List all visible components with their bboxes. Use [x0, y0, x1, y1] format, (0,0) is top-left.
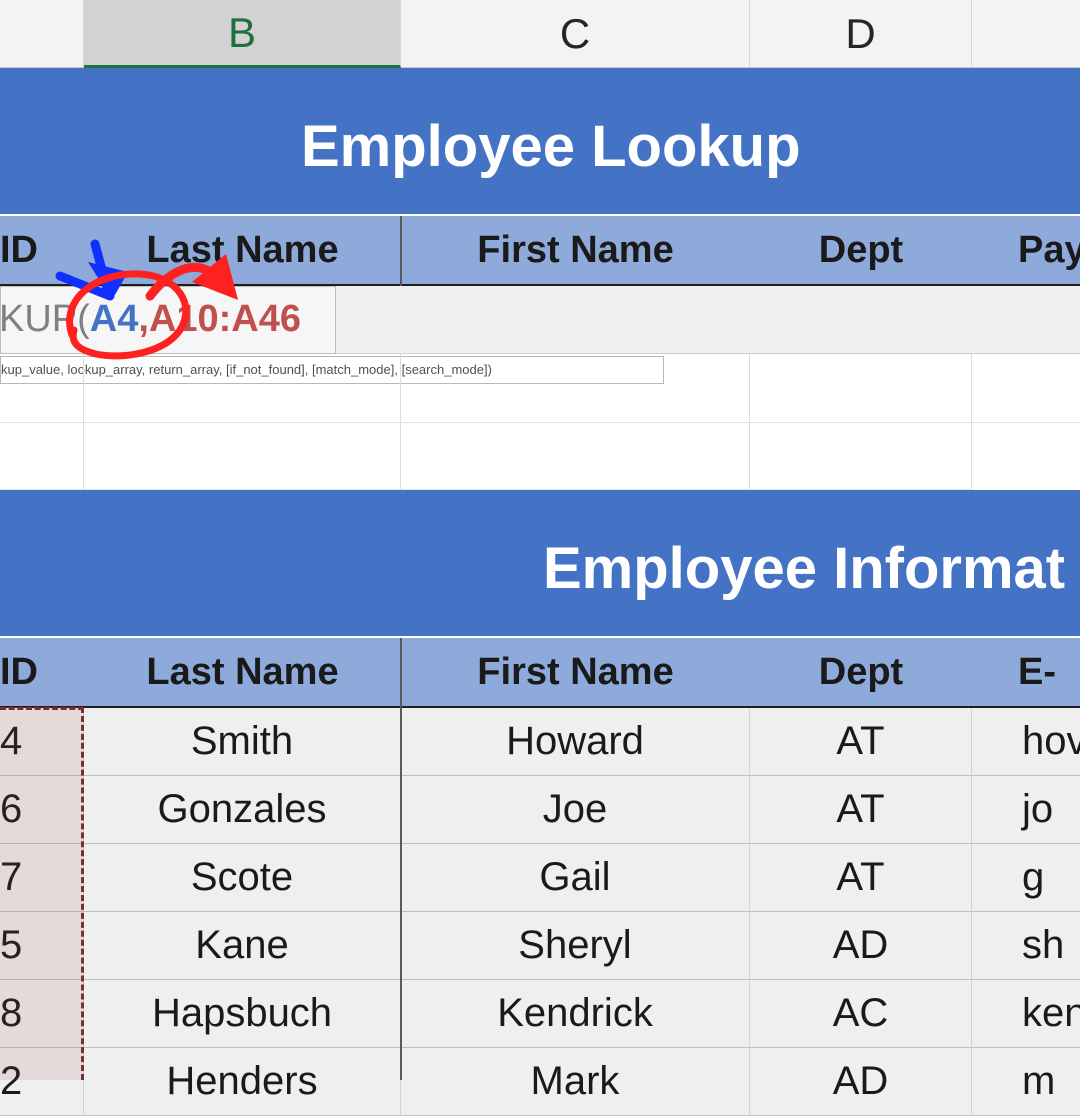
- info-banner: Employee Informat: [0, 490, 1080, 638]
- lookup-header-id[interactable]: ID: [0, 216, 84, 286]
- cell-dept[interactable]: AD: [750, 1048, 972, 1116]
- table-divider: [400, 708, 402, 1080]
- lookup-banner: Employee Lookup: [0, 68, 1080, 216]
- cell-dept[interactable]: AC: [750, 980, 972, 1048]
- info-header-last-name[interactable]: Last Name: [84, 638, 401, 708]
- lookup-header-dept[interactable]: Dept: [750, 216, 972, 286]
- cell-email[interactable]: jo: [972, 776, 1080, 844]
- formula-lookup-array: A10:A46: [148, 298, 302, 340]
- cell-email[interactable]: ken: [972, 980, 1080, 1048]
- lookup-header-pay[interactable]: Pay: [972, 216, 1080, 286]
- column-letter: B: [227, 8, 256, 56]
- cell-last-name[interactable]: Kane: [84, 912, 401, 980]
- info-header-id[interactable]: ID: [0, 638, 84, 708]
- column-letter: D: [845, 9, 876, 57]
- cell-first-name[interactable]: Howard: [401, 708, 750, 776]
- info-header-dept[interactable]: Dept: [750, 638, 972, 708]
- cell-last-name[interactable]: Smith: [84, 708, 401, 776]
- cell-email[interactable]: m: [972, 1048, 1080, 1116]
- formula-text: KUP(A4,A10:A46: [0, 298, 302, 341]
- lookup-header-last-name[interactable]: Last Name: [84, 216, 401, 286]
- cell-last-name[interactable]: Gonzales: [84, 776, 401, 844]
- cell-dept[interactable]: AT: [750, 776, 972, 844]
- column-header-e[interactable]: [972, 0, 1080, 68]
- cell-first-name[interactable]: Gail: [401, 844, 750, 912]
- cell-first-name[interactable]: Joe: [401, 776, 750, 844]
- column-header-c[interactable]: C: [401, 0, 750, 68]
- cell-email[interactable]: sh: [972, 912, 1080, 980]
- cell-last-name[interactable]: Hapsbuch: [84, 980, 401, 1048]
- select-all-corner[interactable]: [0, 0, 84, 68]
- formula-lookup-value: A4: [89, 298, 139, 340]
- info-title: Employee Informat: [543, 536, 1066, 601]
- info-header-first-name[interactable]: First Name: [401, 638, 750, 708]
- cell-dept[interactable]: AD: [750, 912, 972, 980]
- column-letter: C: [559, 9, 591, 57]
- formula-separator: ,: [138, 298, 149, 340]
- lookup-header-divider: [400, 216, 402, 286]
- lookup-header-first-name[interactable]: First Name: [401, 216, 750, 286]
- cell-dept[interactable]: AT: [750, 708, 972, 776]
- info-header-email[interactable]: E-: [972, 638, 1080, 708]
- column-header-b[interactable]: B: [84, 0, 401, 68]
- cell-first-name[interactable]: Sheryl: [401, 912, 750, 980]
- formula-function-name: KUP(: [0, 298, 90, 340]
- column-header-d[interactable]: D: [750, 0, 972, 68]
- cell-first-name[interactable]: Mark: [401, 1048, 750, 1116]
- cell-email[interactable]: hov: [972, 708, 1080, 776]
- cell-dept[interactable]: AT: [750, 844, 972, 912]
- cell-last-name[interactable]: Henders: [84, 1048, 401, 1116]
- range-selection-marquee: [0, 707, 84, 1080]
- cell-email[interactable]: g: [972, 844, 1080, 912]
- formula-cell-b4[interactable]: KUP(A4,A10:A46: [0, 286, 336, 354]
- cell-first-name[interactable]: Kendrick: [401, 980, 750, 1048]
- info-header-divider: [400, 638, 402, 708]
- lookup-title: Employee Lookup: [301, 114, 801, 179]
- cell-last-name[interactable]: Scote: [84, 844, 401, 912]
- grid-line: [0, 422, 1080, 423]
